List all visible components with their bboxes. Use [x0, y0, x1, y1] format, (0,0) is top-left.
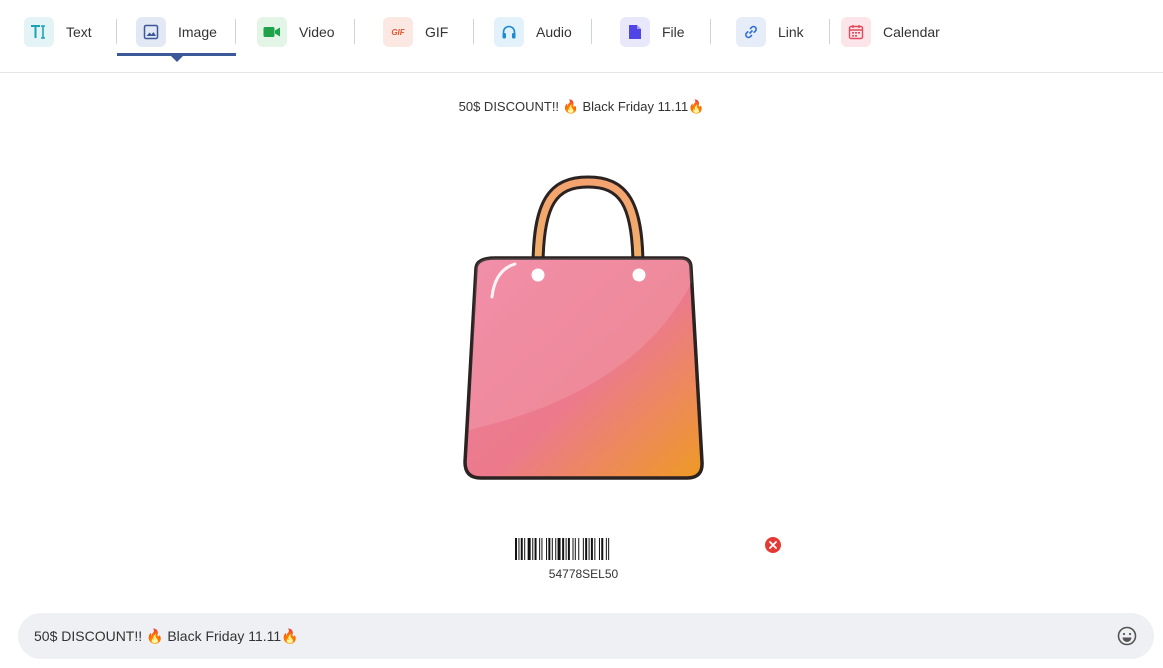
- barcode-bar: [598, 538, 600, 560]
- remove-barcode-button[interactable]: [765, 537, 781, 553]
- text-icon: [24, 17, 54, 47]
- barcode-bar: [557, 538, 561, 560]
- tab-calendar[interactable]: Calendar: [841, 15, 940, 49]
- barcode-bar: [605, 538, 607, 560]
- barcode-bar: [585, 538, 588, 560]
- barcode-bar: [594, 538, 596, 560]
- barcode-bar: [548, 538, 551, 560]
- video-icon: [257, 17, 287, 47]
- divider: [116, 19, 117, 44]
- calendar-icon: [841, 17, 871, 47]
- barcode-bar: [546, 538, 548, 560]
- divider: [710, 19, 711, 44]
- shopping-bag-image: [463, 175, 704, 480]
- barcode-bar: [532, 538, 534, 560]
- message-input[interactable]: 50$ DISCOUNT!! 🔥 Black Friday 11.11🔥: [18, 613, 1154, 659]
- tab-video-label: Video: [299, 24, 335, 40]
- barcode: [515, 538, 610, 560]
- file-icon: [620, 17, 650, 47]
- tab-link[interactable]: Link: [736, 15, 804, 49]
- tab-calendar-label: Calendar: [883, 24, 940, 40]
- barcode-bar: [539, 538, 541, 560]
- barcode-bar: [608, 538, 610, 560]
- barcode-bar: [565, 538, 567, 560]
- tab-audio-label: Audio: [536, 24, 572, 40]
- gif-icon: GIF: [383, 17, 413, 47]
- tab-text[interactable]: Text: [24, 15, 92, 49]
- divider: [473, 19, 474, 44]
- barcode-bar: [518, 538, 520, 560]
- barcode-bar: [601, 538, 604, 560]
- divider: [591, 19, 592, 44]
- tab-link-label: Link: [778, 24, 804, 40]
- barcode-bar: [520, 538, 523, 560]
- barcode-bar: [562, 538, 565, 560]
- barcode-bar: [555, 538, 557, 560]
- tab-file-label: File: [662, 24, 685, 40]
- message-type-toolbar: Text Image Video GIF GIF Audio File Link…: [0, 0, 1163, 73]
- barcode-bar: [588, 538, 590, 560]
- gif-icon-text: GIF: [391, 27, 405, 37]
- message-text[interactable]: 50$ DISCOUNT!! 🔥 Black Friday 11.11🔥: [34, 628, 1116, 645]
- active-tab-caret: [171, 56, 183, 62]
- tab-video[interactable]: Video: [257, 15, 335, 49]
- barcode-bar: [572, 538, 574, 560]
- tab-text-label: Text: [66, 24, 92, 40]
- barcode-bar: [574, 538, 576, 560]
- barcode-bar: [582, 538, 584, 560]
- divider: [354, 19, 355, 44]
- tab-gif-label: GIF: [425, 24, 449, 40]
- barcode-bar: [578, 538, 580, 560]
- barcode-bar: [567, 538, 570, 560]
- barcode-bar: [534, 538, 537, 560]
- tab-image-label: Image: [178, 24, 217, 40]
- tab-gif[interactable]: GIF GIF: [383, 15, 448, 49]
- preview-caption: 50$ DISCOUNT!! 🔥 Black Friday 11.11🔥: [458, 99, 705, 114]
- close-icon: [769, 541, 777, 549]
- barcode-bar: [551, 538, 553, 560]
- smiley-icon[interactable]: [1116, 625, 1138, 647]
- barcode-bar: [541, 538, 543, 560]
- link-icon: [736, 17, 766, 47]
- barcode-bar: [590, 538, 593, 560]
- barcode-bar: [527, 538, 531, 560]
- tab-image[interactable]: Image: [136, 15, 217, 49]
- divider: [235, 19, 236, 44]
- barcode-bar: [515, 538, 517, 560]
- barcode-bar: [524, 538, 526, 560]
- divider: [829, 19, 830, 44]
- tab-file[interactable]: File: [620, 15, 685, 49]
- image-icon: [136, 17, 166, 47]
- barcode-number: 54778SEL50: [548, 567, 619, 581]
- headphones-icon: [494, 17, 524, 47]
- tab-audio[interactable]: Audio: [494, 15, 572, 49]
